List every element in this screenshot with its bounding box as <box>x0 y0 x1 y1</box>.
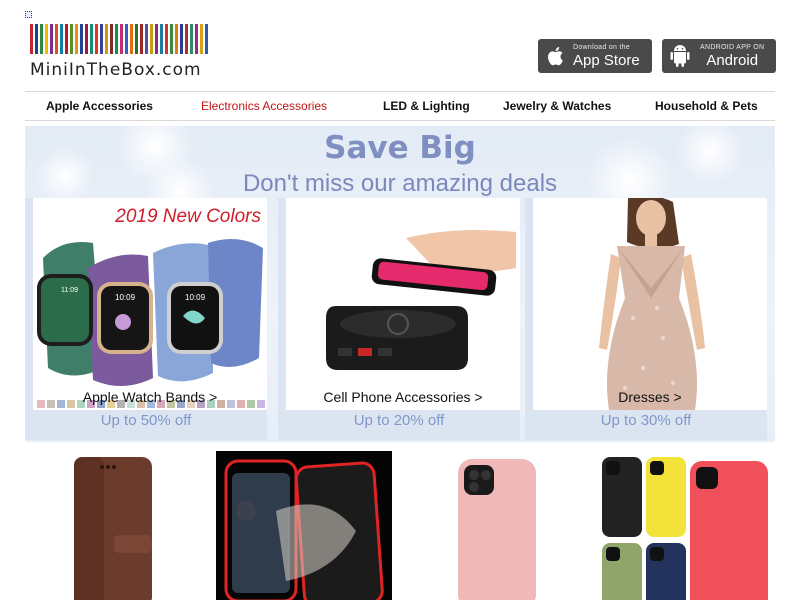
barcode-stripe <box>170 24 173 54</box>
barcode-stripe <box>165 24 168 54</box>
logo-text: MiniInTheBox.com <box>30 60 202 80</box>
barcode-stripe <box>105 24 108 54</box>
barcode-stripe <box>140 24 143 54</box>
corner-checkbox[interactable] <box>25 11 32 18</box>
barcode-stripe <box>110 24 113 54</box>
barcode-stripe <box>175 24 178 54</box>
svg-text:11:09: 11:09 <box>61 287 78 294</box>
barcode-stripe <box>70 24 73 54</box>
nav-item-jewelry-watches[interactable]: Jewelry & Watches <box>503 99 611 113</box>
card-promo-watch-bands: Up to 50% off <box>100 412 192 429</box>
barcode-stripe <box>155 24 158 54</box>
barcode-stripe <box>150 24 153 54</box>
promo-card-watch-bands[interactable]: 11:09 10:09 10:09 2019 New Colors Apple … <box>25 198 267 440</box>
barcode-stripe <box>195 24 198 54</box>
barcode-stripe <box>120 24 123 54</box>
app-store-button[interactable]: Download on the App Store <box>538 39 652 73</box>
barcode-stripe <box>35 24 38 54</box>
barcode-stripe <box>130 24 133 54</box>
apple-logo-icon <box>548 47 563 66</box>
nav-item-electronics-accessories[interactable]: Electronics Accessories <box>201 99 327 113</box>
barcode-stripe <box>55 24 58 54</box>
barcode-stripe <box>65 24 68 54</box>
nav-item-household-pets[interactable]: Household & Pets <box>655 99 758 113</box>
barcode-stripe <box>50 24 53 54</box>
barcode-stripe <box>75 24 78 54</box>
product-color-cases-set[interactable] <box>598 451 770 600</box>
barcode-stripe <box>145 24 148 54</box>
banner-subtitle: Don't miss our amazing deals <box>242 170 558 197</box>
svg-text:10:09: 10:09 <box>185 293 206 302</box>
product-pink-silicone-case[interactable] <box>456 451 538 600</box>
svg-text:10:09: 10:09 <box>115 293 136 302</box>
power-bank-image <box>286 198 520 410</box>
barcode-stripe <box>200 24 203 54</box>
barcode-stripe <box>100 24 103 54</box>
app-store-big-text: App Store <box>573 52 640 69</box>
card-label-cell-phone-accessories[interactable]: Cell Phone Accessories > <box>286 389 520 405</box>
banner-title: Save Big <box>324 130 476 166</box>
nav-item-led-lighting[interactable]: LED & Lighting <box>383 99 470 113</box>
android-app-button[interactable]: ANDROID APP ON Android <box>662 39 776 73</box>
android-logo-icon <box>670 45 690 67</box>
barcode-stripe <box>160 24 163 54</box>
card-promo-cell-phone-accessories: Up to 20% off <box>353 412 445 429</box>
promo-banner: Save Big Don't miss our amazing deals 11… <box>25 126 775 442</box>
nav-item-apple-accessories[interactable]: Apple Accessories <box>46 99 153 113</box>
card-label-dresses[interactable]: Dresses > <box>533 389 767 405</box>
android-small-text: ANDROID APP ON <box>700 44 765 51</box>
barcode-stripe <box>85 24 88 54</box>
logo-barcode-graphic <box>30 24 216 54</box>
barcode-stripe <box>180 24 183 54</box>
product-magnetic-glass-case[interactable] <box>216 451 392 600</box>
barcode-stripe <box>135 24 138 54</box>
barcode-stripe <box>205 24 208 54</box>
barcode-stripe <box>45 24 48 54</box>
category-nav: Apple Accessories Electronics Accessorie… <box>25 91 775 121</box>
new-colors-badge: 2019 New Colors <box>115 206 261 227</box>
barcode-stripe <box>185 24 188 54</box>
barcode-stripe <box>190 24 193 54</box>
barcode-stripe <box>60 24 63 54</box>
barcode-stripe <box>125 24 128 54</box>
promo-card-dresses[interactable]: Dresses > Up to 30% off <box>525 198 767 440</box>
dress-model-image <box>533 198 767 410</box>
promo-card-cell-phone-accessories[interactable]: Cell Phone Accessories > Up to 20% off <box>278 198 520 440</box>
card-promo-dresses: Up to 30% off <box>600 412 692 429</box>
card-label-watch-bands[interactable]: Apple Watch Bands > <box>33 389 267 405</box>
barcode-stripe <box>115 24 118 54</box>
watch-bands-image: 11:09 10:09 10:09 2019 New Colors <box>33 198 267 410</box>
android-big-text: Android <box>706 52 759 69</box>
barcode-stripe <box>40 24 43 54</box>
barcode-stripe <box>90 24 93 54</box>
barcode-stripe <box>80 24 83 54</box>
product-leather-wallet-case[interactable] <box>70 451 156 600</box>
barcode-stripe <box>95 24 98 54</box>
barcode-stripe <box>30 24 33 54</box>
site-logo[interactable]: MiniInTheBox.com <box>30 24 216 82</box>
app-store-small-text: Download on the <box>573 44 631 51</box>
